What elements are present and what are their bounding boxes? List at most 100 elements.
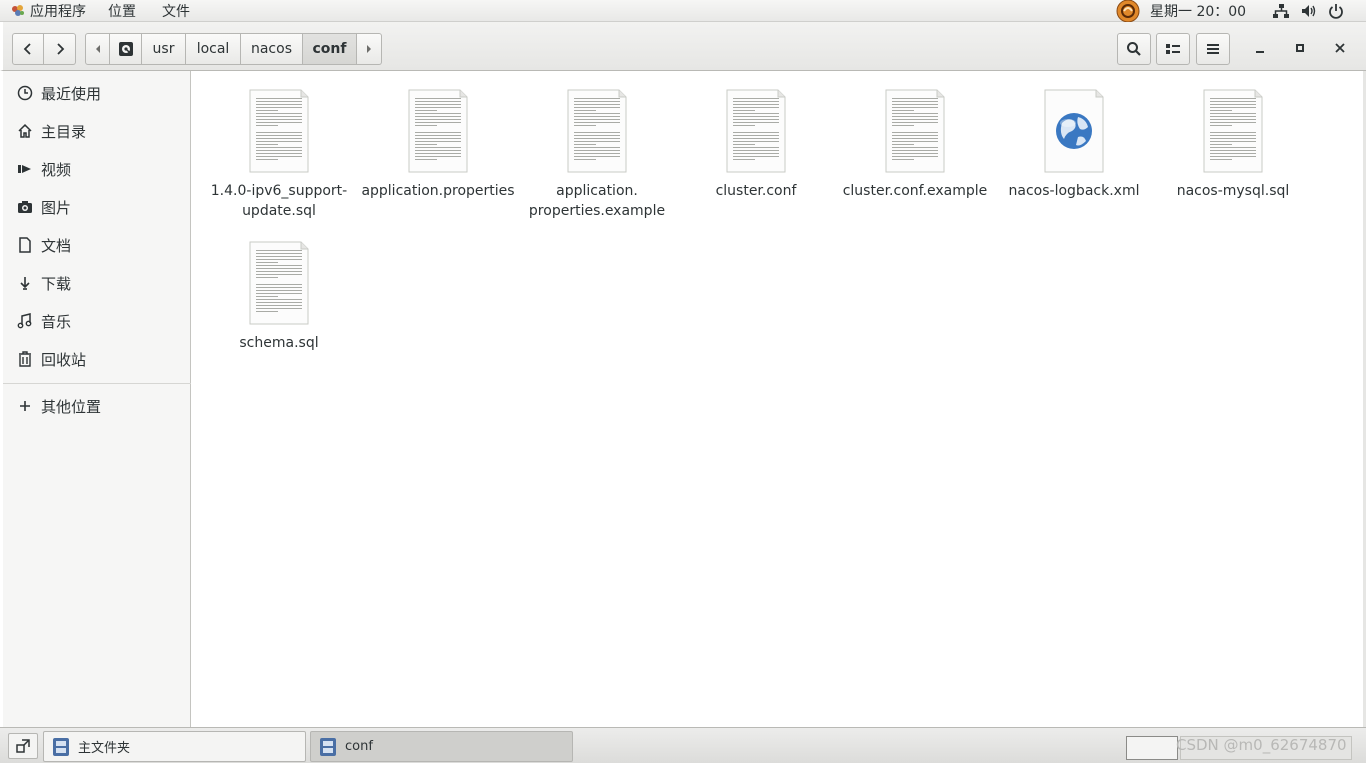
files-menu[interactable]: 文件 — [144, 0, 198, 22]
arrow-right-icon — [367, 45, 371, 53]
show-desktop-icon — [16, 739, 30, 753]
file-name-line: update.sql — [242, 203, 316, 219]
globe-file-icon — [1044, 89, 1104, 173]
file-name-line: nacos-logback.xml — [1008, 183, 1140, 199]
navigation-buttons — [12, 33, 76, 65]
sidebar-item-recent[interactable]: 最近使用 — [3, 74, 191, 112]
plus-icon — [17, 398, 33, 414]
file-name-line: application. — [556, 183, 638, 199]
file-item[interactable]: nacos-mysql.sql — [1153, 89, 1313, 201]
sidebar-item-label: 文档 — [41, 236, 72, 255]
places-menu[interactable]: 位置 — [94, 0, 144, 22]
path-segment-conf[interactable]: conf — [303, 33, 357, 65]
file-manager-icon — [53, 737, 69, 756]
file-name-line: cluster.conf.example — [842, 183, 988, 199]
path-segment-label: local — [196, 41, 230, 57]
forward-button[interactable] — [44, 33, 76, 65]
sidebar-item-other-locations[interactable]: 其他位置 — [3, 387, 191, 425]
file-name: cluster.conf — [676, 181, 836, 201]
path-segment-nacos[interactable]: nacos — [241, 33, 303, 65]
power-icon[interactable] — [1328, 3, 1344, 19]
path-scroll-right-button[interactable] — [357, 33, 382, 65]
drive-icon — [118, 42, 133, 56]
maximize-icon — [1296, 44, 1304, 52]
sidebar-item-music[interactable]: 音乐 — [3, 302, 191, 340]
sidebar: 最近使用 主目录 视频 图片 文档 下载 音乐 回收站 其他位置 — [3, 71, 191, 727]
sidebar-item-videos[interactable]: 视频 — [3, 150, 191, 188]
network-icon[interactable] — [1272, 3, 1290, 19]
clock-icon — [17, 85, 33, 101]
trash-icon — [17, 351, 33, 367]
workspace-switcher-1[interactable] — [1126, 736, 1178, 760]
file-item[interactable]: schema.sql — [199, 241, 359, 353]
clock-text: 星期一 20：00 — [1150, 4, 1247, 20]
file-item[interactable]: application.properties — [358, 89, 518, 201]
sidebar-item-documents[interactable]: 文档 — [3, 226, 191, 264]
search-icon — [1127, 42, 1141, 56]
menu-button[interactable] — [1196, 33, 1230, 65]
file-item[interactable]: application. properties.example — [517, 89, 677, 221]
minimize-button[interactable] — [1250, 39, 1270, 59]
back-button[interactable] — [12, 33, 44, 65]
file-name-line: properties.example — [528, 203, 666, 219]
file-item[interactable]: nacos-logback.xml — [994, 89, 1154, 201]
applications-menu[interactable]: 应用程序 — [0, 0, 94, 22]
file-name: nacos-mysql.sql — [1153, 181, 1313, 201]
sidebar-item-pictures[interactable]: 图片 — [3, 188, 191, 226]
file-name: application.properties — [358, 181, 518, 201]
user-avatar-icon[interactable] — [1115, 0, 1141, 23]
path-segment-label: nacos — [250, 41, 292, 57]
download-icon — [17, 275, 33, 291]
path-root-button[interactable] — [110, 33, 142, 65]
sidebar-item-downloads[interactable]: 下载 — [3, 264, 191, 302]
view-toggle-button[interactable] — [1156, 33, 1190, 65]
list-view-icon — [1166, 44, 1180, 54]
file-name: 1.4.0-ipv6_support-update.sql — [199, 181, 359, 221]
task-home-folder[interactable]: 主文件夹 — [43, 731, 306, 762]
text-file-icon — [567, 89, 627, 173]
close-button[interactable] — [1330, 38, 1350, 58]
sidebar-item-label: 最近使用 — [41, 84, 102, 103]
file-grid: 1.4.0-ipv6_support-update.sql application… — [192, 71, 1363, 727]
task-conf[interactable]: conf — [310, 731, 573, 762]
document-icon — [17, 237, 33, 253]
sidebar-item-label: 下载 — [41, 274, 72, 293]
sidebar-item-label: 其他位置 — [41, 397, 102, 416]
show-desktop-button[interactable] — [8, 733, 38, 759]
path-segment-local[interactable]: local — [186, 33, 241, 65]
watermark-text: CSDN @m0_62674870 — [1176, 736, 1347, 754]
text-file-icon — [1203, 89, 1263, 173]
arrow-left-icon — [95, 45, 100, 53]
file-item[interactable]: cluster.conf.example — [835, 89, 995, 201]
sidebar-item-label: 回收站 — [41, 350, 87, 369]
sidebar-item-trash[interactable]: 回收站 — [3, 340, 191, 378]
text-file-icon — [249, 241, 309, 325]
search-button[interactable] — [1117, 33, 1151, 65]
applications-menu-label: 应用程序 — [30, 3, 86, 20]
maximize-button[interactable] — [1290, 38, 1310, 58]
clock[interactable]: 星期一 20：00 — [1150, 0, 1246, 22]
path-segment-label: usr — [152, 41, 175, 57]
top-panel: 应用程序 位置 文件 星期一 20：00 — [0, 0, 1366, 23]
task-label: conf — [345, 739, 373, 754]
text-file-icon — [885, 89, 945, 173]
header-bar: usr local nacos conf — [0, 22, 1366, 71]
task-label: 主文件夹 — [78, 741, 131, 756]
minimize-icon — [1256, 51, 1264, 53]
home-icon — [17, 123, 33, 139]
path-scroll-left-button[interactable] — [85, 33, 110, 65]
file-item[interactable]: cluster.conf — [676, 89, 836, 201]
path-segment-label: conf — [312, 41, 347, 57]
sidebar-item-label: 主目录 — [41, 122, 87, 141]
path-segment-usr[interactable]: usr — [142, 33, 186, 65]
close-icon — [1335, 43, 1345, 53]
camera-icon — [17, 199, 33, 215]
volume-icon[interactable] — [1300, 3, 1318, 19]
chevron-right-icon — [56, 43, 64, 55]
path-bar: usr local nacos conf — [85, 33, 382, 65]
chevron-left-icon — [23, 43, 31, 55]
sidebar-item-home[interactable]: 主目录 — [3, 112, 191, 150]
file-item[interactable]: 1.4.0-ipv6_support-update.sql — [199, 89, 359, 221]
sidebar-separator — [3, 383, 191, 384]
file-name: application. properties.example — [517, 181, 677, 221]
